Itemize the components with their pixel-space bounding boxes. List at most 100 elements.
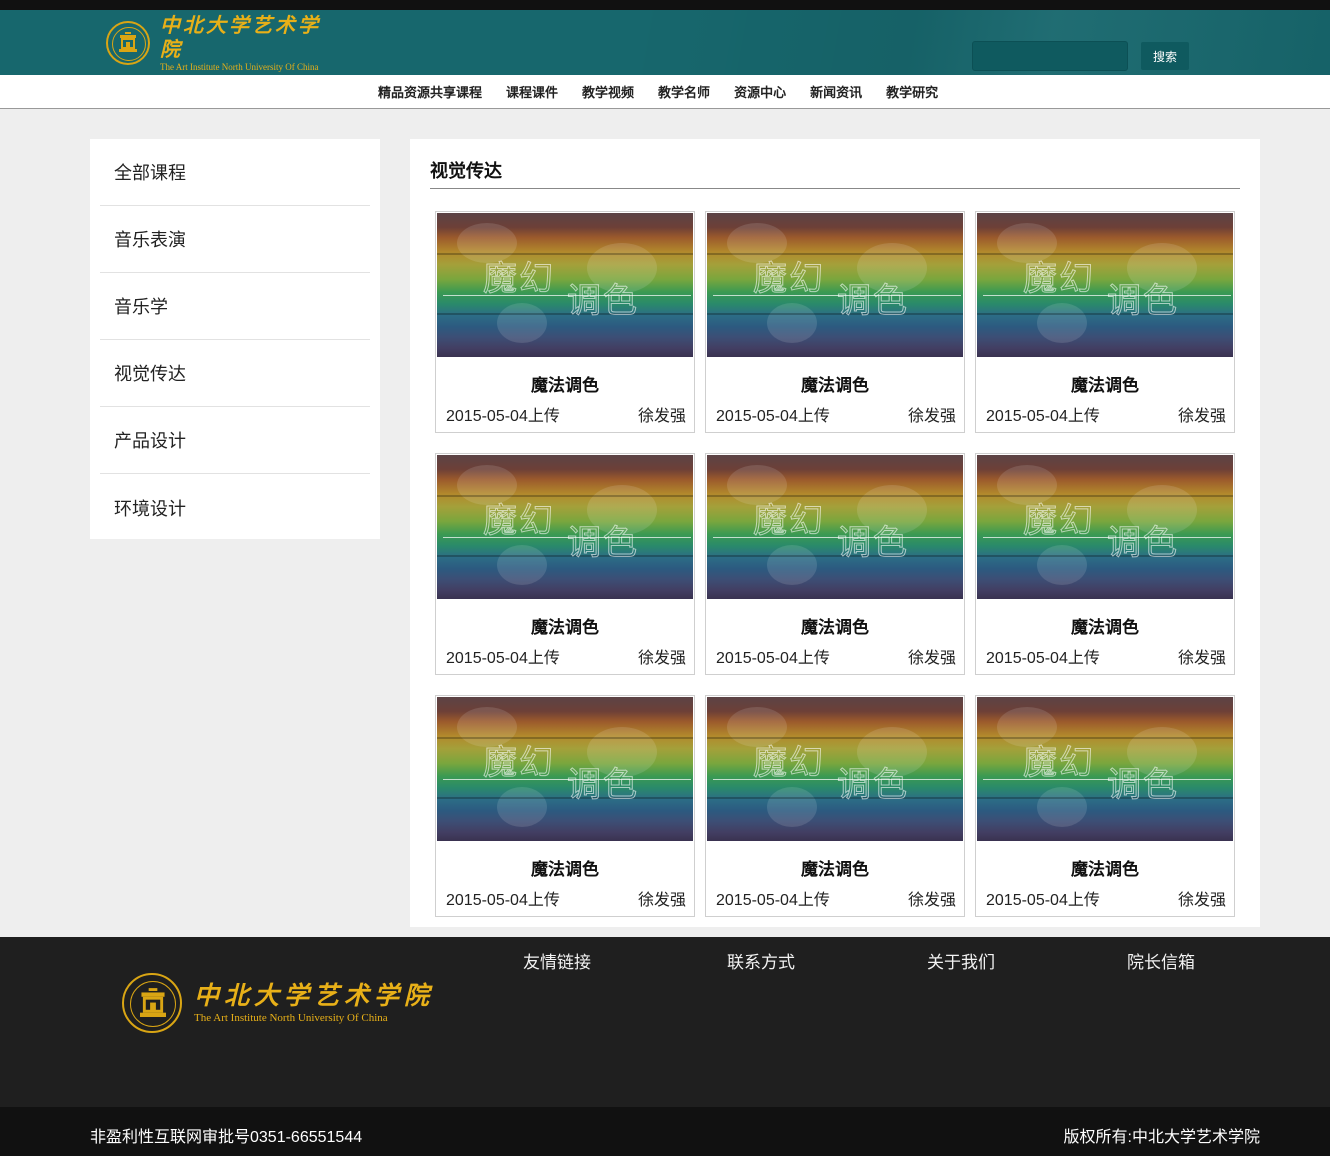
nav-item-videos[interactable]: 教学视频 bbox=[570, 82, 646, 101]
top-strip bbox=[0, 0, 1330, 10]
course-card[interactable]: 魔幻 调色魔法调色 2015-05-04上传 徐发强 bbox=[705, 695, 965, 917]
upload-date: 2015-05-04上传 bbox=[446, 408, 560, 425]
thumbnail-caption-2: 调色 bbox=[837, 766, 909, 805]
upload-date: 2015-05-04上传 bbox=[446, 650, 560, 667]
course-card[interactable]: 魔幻 调色 魔法调色 2015-05-04上传 徐发强 bbox=[705, 211, 965, 433]
section-divider bbox=[430, 188, 1240, 189]
logo-chinese-name: 中北大学艺术学院 bbox=[160, 12, 321, 61]
course-author: 徐发强 bbox=[637, 408, 686, 425]
footer-link-friends[interactable]: 友情链接 bbox=[523, 948, 591, 973]
site-logo[interactable]: 中北大学艺术学院 The Art Institute North Univers… bbox=[106, 12, 336, 72]
footer-logo: 中北大学艺术学院 The Art Institute North Univers… bbox=[122, 973, 434, 1033]
upload-date: 2015-05-04上传 bbox=[716, 650, 830, 667]
course-author: 徐发强 bbox=[637, 892, 686, 909]
thumbnail-caption-1: 魔幻 bbox=[1023, 502, 1095, 541]
course-card[interactable]: 魔幻 调色魔法调色 2015-05-04上传 徐发强 bbox=[705, 453, 965, 675]
course-thumbnail[interactable]: 魔幻 调色 bbox=[977, 697, 1233, 841]
course-title[interactable]: 魔法调色 bbox=[976, 613, 1234, 638]
thumbnail-caption-1: 魔幻 bbox=[753, 744, 825, 783]
thumbnail-caption-2: 调色 bbox=[567, 766, 639, 805]
footer-link-dean-mailbox[interactable]: 院长信箱 bbox=[1127, 948, 1195, 973]
thumbnail-caption-1: 魔幻 bbox=[753, 260, 825, 299]
site-footer: 中北大学艺术学院 The Art Institute North Univers… bbox=[0, 937, 1330, 1107]
footer-link-contact[interactable]: 联系方式 bbox=[727, 948, 795, 973]
sidebar-item-visual-communication[interactable]: 视觉传达 bbox=[100, 340, 370, 407]
copyright-text: 版权所有:中北大学艺术学院 bbox=[1063, 1129, 1260, 1146]
course-title[interactable]: 魔法调色 bbox=[976, 371, 1234, 396]
course-thumbnail[interactable]: 魔幻 调色 bbox=[977, 455, 1233, 599]
course-title[interactable]: 魔法调色 bbox=[436, 613, 694, 638]
upload-date: 2015-05-04上传 bbox=[986, 408, 1100, 425]
course-author: 徐发强 bbox=[907, 650, 956, 667]
nav-item-teachers[interactable]: 教学名师 bbox=[646, 82, 722, 101]
footer-logo-chinese-name: 中北大学艺术学院 bbox=[194, 981, 435, 1010]
course-thumbnail[interactable]: 魔幻 调色 bbox=[437, 455, 693, 599]
sidebar-item-product-design[interactable]: 产品设计 bbox=[100, 407, 370, 474]
sidebar-item-music-performance[interactable]: 音乐表演 bbox=[100, 206, 370, 273]
course-title[interactable]: 魔法调色 bbox=[436, 855, 694, 880]
course-card[interactable]: 魔幻 调色魔法调色 2015-05-04上传 徐发强 bbox=[975, 453, 1235, 675]
section-title: 视觉传达 bbox=[430, 161, 502, 181]
thumbnail-caption-1: 魔幻 bbox=[1023, 744, 1095, 783]
thumbnail-caption-2: 调色 bbox=[837, 282, 909, 321]
course-author: 徐发强 bbox=[1177, 650, 1226, 667]
footer-logo-english-name: The Art Institute North University Of Ch… bbox=[194, 1012, 388, 1024]
sidebar-item-environment-design[interactable]: 环境设计 bbox=[100, 474, 370, 541]
course-content: 视觉传达 魔幻 调色 魔法调色 2015-05-04上传 徐发强 魔幻 调色 魔法调色 2015… bbox=[410, 139, 1260, 927]
course-title[interactable]: 魔法调色 bbox=[706, 855, 964, 880]
main-nav: 精品资源共享课程 课程课件 教学视频 教学名师 资源中心 新闻资讯 教学研究 bbox=[0, 75, 1330, 109]
university-seal-icon bbox=[122, 973, 182, 1033]
sidebar-item-all[interactable]: 全部课程 bbox=[100, 139, 370, 206]
thumbnail-caption-2: 调色 bbox=[567, 282, 639, 321]
upload-date: 2015-05-04上传 bbox=[986, 650, 1100, 667]
sidebar-item-musicology[interactable]: 音乐学 bbox=[100, 273, 370, 340]
course-author: 徐发强 bbox=[637, 650, 686, 667]
license-text: 非盈利性互联网审批号0351-66551544 bbox=[90, 1129, 363, 1146]
course-title[interactable]: 魔法调色 bbox=[436, 371, 694, 396]
university-seal-icon bbox=[106, 20, 150, 65]
course-author: 徐发强 bbox=[1177, 408, 1226, 425]
thumbnail-caption-1: 魔幻 bbox=[483, 744, 555, 783]
thumbnail-caption-2: 调色 bbox=[1107, 766, 1179, 805]
course-author: 徐发强 bbox=[907, 892, 956, 909]
course-thumbnail[interactable]: 魔幻 调色 bbox=[437, 697, 693, 841]
course-thumbnail[interactable]: 魔幻 调色 bbox=[437, 213, 693, 357]
course-title[interactable]: 魔法调色 bbox=[706, 371, 964, 396]
footer-link-about[interactable]: 关于我们 bbox=[927, 948, 995, 973]
course-card[interactable]: 魔幻 调色魔法调色 2015-05-04上传 徐发强 bbox=[975, 695, 1235, 917]
thumbnail-caption-2: 调色 bbox=[567, 524, 639, 563]
thumbnail-caption-2: 调色 bbox=[837, 524, 909, 563]
course-title[interactable]: 魔法调色 bbox=[976, 855, 1234, 880]
course-card[interactable]: 魔幻 调色魔法调色 2015-05-04上传 徐发强 bbox=[435, 211, 695, 433]
thumbnail-caption-1: 魔幻 bbox=[483, 502, 555, 541]
course-thumbnail[interactable]: 魔幻 调色 bbox=[707, 697, 963, 841]
upload-date: 2015-05-04上传 bbox=[446, 892, 560, 909]
thumbnail-caption-1: 魔幻 bbox=[1023, 260, 1095, 299]
course-card[interactable]: 魔幻 调色魔法调色 2015-05-04上传 徐发强 bbox=[435, 453, 695, 675]
course-thumbnail[interactable]: 魔幻 调色 bbox=[707, 455, 963, 599]
logo-english-name: The Art Institute North University Of Ch… bbox=[160, 61, 319, 72]
upload-date: 2015-05-04上传 bbox=[716, 408, 830, 425]
nav-item-research[interactable]: 教学研究 bbox=[874, 82, 950, 101]
upload-date: 2015-05-04上传 bbox=[716, 892, 830, 909]
course-thumbnail[interactable]: 魔幻 调色 bbox=[707, 213, 963, 357]
site-header: 中北大学艺术学院 The Art Institute North Univers… bbox=[0, 10, 1330, 75]
course-author: 徐发强 bbox=[1177, 892, 1226, 909]
course-title[interactable]: 魔法调色 bbox=[706, 613, 964, 638]
thumbnail-caption-1: 魔幻 bbox=[753, 502, 825, 541]
search-button[interactable]: 搜索 bbox=[1141, 42, 1189, 70]
nav-item-resources[interactable]: 资源中心 bbox=[722, 82, 798, 101]
nav-item-courses[interactable]: 精品资源共享课程 bbox=[370, 82, 494, 101]
upload-date: 2015-05-04上传 bbox=[986, 892, 1100, 909]
thumbnail-caption-2: 调色 bbox=[1107, 524, 1179, 563]
bottom-bar: 非盈利性互联网审批号0351-66551544 版权所有:中北大学艺术学院 bbox=[0, 1107, 1330, 1156]
nav-item-coursewares[interactable]: 课程课件 bbox=[494, 82, 570, 101]
course-card[interactable]: 魔幻 调色魔法调色 2015-05-04上传 徐发强 bbox=[975, 211, 1235, 433]
thumbnail-caption-1: 魔幻 bbox=[483, 260, 555, 299]
category-sidebar: 全部课程 音乐表演 音乐学 视觉传达 产品设计 环境设计 bbox=[90, 139, 380, 539]
nav-item-news[interactable]: 新闻资讯 bbox=[798, 82, 874, 101]
course-thumbnail[interactable]: 魔幻 调色 bbox=[977, 213, 1233, 357]
course-card[interactable]: 魔幻 调色魔法调色 2015-05-04上传 徐发强 bbox=[435, 695, 695, 917]
search-input[interactable] bbox=[972, 41, 1128, 71]
thumbnail-caption-2: 调色 bbox=[1107, 282, 1179, 321]
